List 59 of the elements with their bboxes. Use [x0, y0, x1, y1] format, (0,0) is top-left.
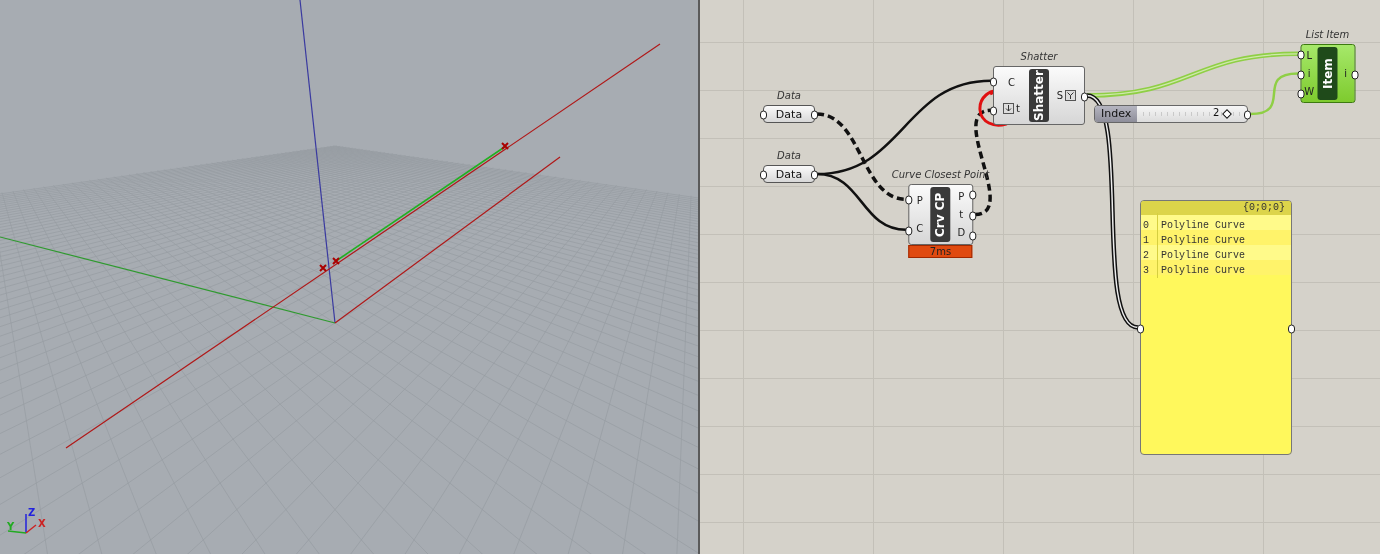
- component-label: Shatter: [1029, 69, 1049, 122]
- port-label: P: [916, 195, 923, 207]
- port-label: i: [1344, 68, 1348, 79]
- port-grip[interactable]: [1288, 324, 1295, 333]
- port-label: C: [916, 222, 924, 234]
- port-grip[interactable]: [990, 77, 997, 87]
- port-label: P: [958, 190, 965, 202]
- port-grip[interactable]: [1137, 324, 1144, 333]
- port-grip[interactable]: [1081, 92, 1088, 101]
- axis-label: Y: [7, 521, 15, 532]
- node-title: Shatter: [1020, 50, 1058, 64]
- component-label: Item: [1317, 47, 1338, 100]
- port-grip[interactable]: [990, 106, 997, 116]
- port-grip[interactable]: [1244, 110, 1251, 120]
- component-label: Crv CP: [930, 187, 951, 242]
- node-title: Curve Closest Point: [891, 168, 990, 182]
- slider-label: Index: [1095, 106, 1138, 122]
- port-label: L: [1306, 50, 1313, 62]
- point-marker: [319, 264, 327, 272]
- port-label: W: [1304, 85, 1315, 97]
- port-grip[interactable]: [1351, 70, 1358, 79]
- node-title: Data: [777, 149, 801, 163]
- port-grip[interactable]: [760, 110, 767, 120]
- slider-value: 2: [1212, 107, 1220, 118]
- item-text: Polyline Curve: [1161, 234, 1245, 246]
- port-grip[interactable]: [760, 170, 767, 180]
- node-title: List Item: [1305, 28, 1350, 42]
- port-grip[interactable]: [905, 195, 912, 205]
- item-text: Polyline Curve: [1161, 219, 1245, 231]
- port-label: S: [1056, 90, 1064, 101]
- item-text: Polyline Curve: [1161, 249, 1245, 261]
- item-index: 1: [1143, 234, 1149, 246]
- item-index: 0: [1143, 219, 1149, 231]
- number-slider[interactable]: Index 2: [1094, 105, 1248, 123]
- port-grip[interactable]: [969, 231, 976, 241]
- port-grip[interactable]: [969, 190, 976, 200]
- item-index: 3: [1143, 264, 1149, 276]
- port-grip[interactable]: [811, 110, 818, 120]
- port-label: t: [959, 209, 964, 220]
- port-label: i: [1307, 68, 1311, 79]
- port-grip[interactable]: [1297, 70, 1304, 79]
- data-node[interactable]: Data: [763, 165, 815, 183]
- timer-label: 7ms: [908, 245, 973, 258]
- point-marker: [501, 142, 509, 150]
- node-title: Data: [777, 89, 801, 103]
- item-text: Polyline Curve: [1161, 264, 1245, 276]
- port-label: D: [957, 227, 966, 239]
- port-grip[interactable]: [811, 170, 818, 180]
- port-label: C: [1008, 76, 1015, 88]
- axis-label: X: [38, 518, 46, 529]
- axis-label: Z: [28, 507, 36, 518]
- data-node[interactable]: Data: [763, 105, 815, 123]
- panel-path: {0;0;0}: [1243, 201, 1285, 215]
- port-grip[interactable]: [905, 226, 912, 236]
- port-label: t: [1016, 103, 1020, 115]
- component-node[interactable]: C t Shatter S: [993, 66, 1085, 125]
- point-marker: [332, 257, 340, 265]
- port-grip[interactable]: [969, 211, 976, 220]
- item-index: 2: [1143, 249, 1149, 261]
